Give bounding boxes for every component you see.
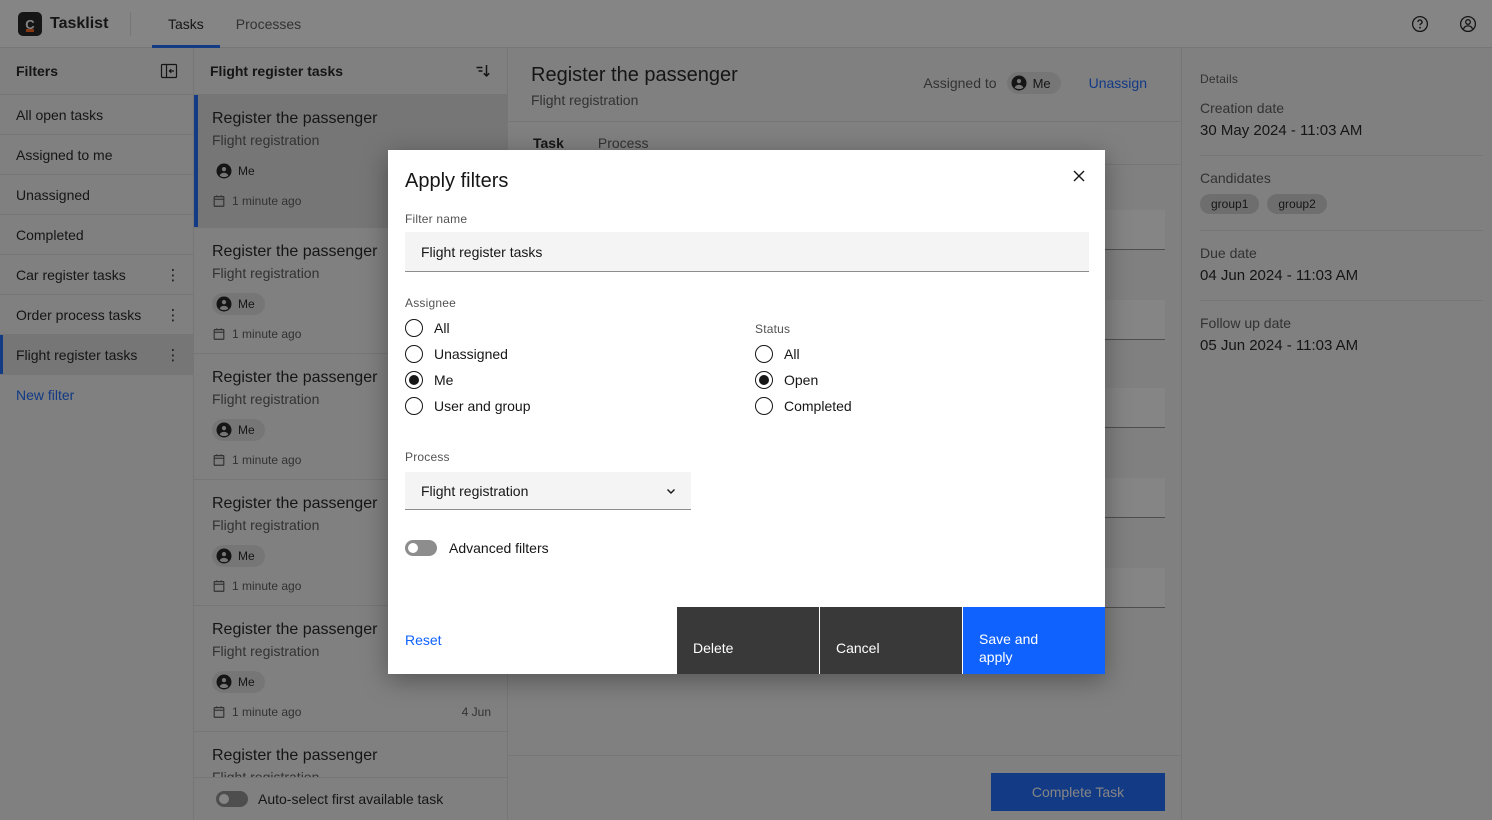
modal-buttons: Delete Cancel Save and apply [676,607,1105,674]
assignee-group-label: Assignee [405,296,531,310]
process-select[interactable]: Flight registration [405,472,691,510]
radio-icon [405,397,423,415]
assignee-option-all[interactable]: All [405,319,531,337]
status-group-label: Status [755,322,852,336]
advanced-filters-toggle[interactable] [405,540,437,556]
assignee-option-user-and-group[interactable]: User and group [405,397,531,415]
radio-checked-icon [755,371,773,389]
status-option-open[interactable]: Open [755,371,852,389]
reset-link[interactable]: Reset [405,632,442,648]
modal-title: Apply filters [405,170,508,193]
radio-icon [405,319,423,337]
cancel-button[interactable]: Cancel [819,607,962,674]
assignee-option-me[interactable]: Me [405,371,531,389]
status-option-completed[interactable]: Completed [755,397,852,415]
radio-icon [755,345,773,363]
filter-name-label: Filter name [405,212,467,226]
close-icon [1071,168,1087,184]
modal-footer: Reset Delete Cancel Save and apply [388,607,1105,674]
radio-icon [755,397,773,415]
assignee-radio-group: Assignee All Unassigned Me User and grou… [405,296,531,423]
status-option-all[interactable]: All [755,345,852,363]
advanced-filters-row: Advanced filters [405,540,549,556]
apply-filters-modal: Apply filters Filter name Assignee All U… [388,150,1105,674]
status-radio-group: Status All Open Completed [755,322,852,423]
delete-button[interactable]: Delete [676,607,819,674]
radio-icon [405,345,423,363]
advanced-filters-label: Advanced filters [449,540,549,556]
process-select-value: Flight registration [421,483,528,499]
radio-checked-icon [405,371,423,389]
save-and-apply-button[interactable]: Save and apply [962,607,1105,674]
close-modal-button[interactable] [1069,166,1089,186]
assignee-option-unassigned[interactable]: Unassigned [405,345,531,363]
process-label: Process [405,450,450,464]
chevron-down-icon [665,485,677,497]
filter-name-input[interactable] [405,232,1089,272]
tasklist-app: C Tasklist Tasks Processes [0,0,1492,820]
